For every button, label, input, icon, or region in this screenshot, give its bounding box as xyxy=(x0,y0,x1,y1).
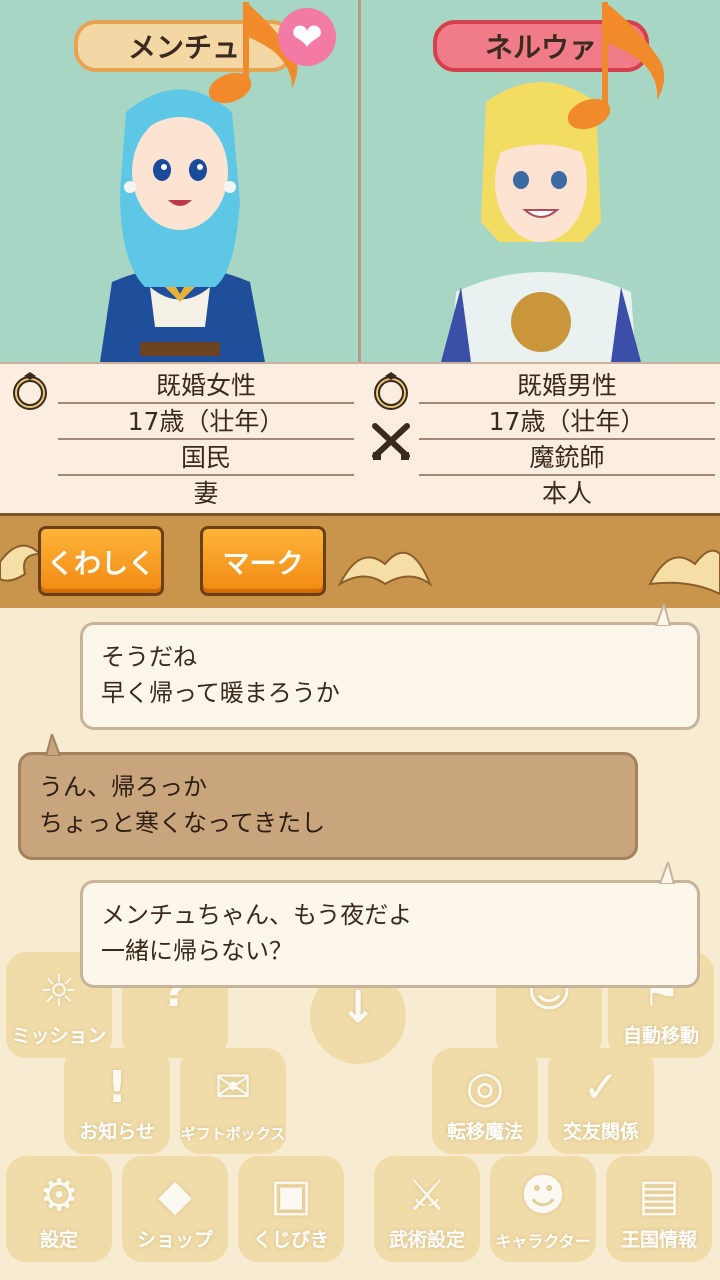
right-character-panel[interactable]: ネルウァ xyxy=(361,0,719,362)
character-info-table: 既婚女性 17歳（壮年） 国民 妻 既婚男性 17歳（壮年） 魔銃師 本人 xyxy=(0,362,720,516)
menu-character-label: キャラクター xyxy=(495,1232,591,1251)
menu-giftbox[interactable]: ✉ ギフトボックス xyxy=(180,1048,286,1154)
music-note-icon xyxy=(567,2,665,130)
menu-kingdom[interactable]: ▤ 王国情報 xyxy=(606,1156,712,1262)
dialogue-line: メンチュちゃん、もう夜だよ xyxy=(101,901,413,929)
menu-martial-label: 武術設定 xyxy=(388,1229,465,1251)
menu-martial[interactable]: ⚔ 武術設定 xyxy=(374,1156,480,1262)
menu-settings[interactable]: ⚙ 設定 xyxy=(6,1156,112,1262)
ring-icon xyxy=(13,372,47,410)
right-age: 17歳（壮年） xyxy=(419,402,715,440)
dialogue-line: 早く帰って暖まろうか xyxy=(101,679,340,707)
dialogue-line: うん、帰ろっか xyxy=(39,773,207,801)
menu-lottery-label: くじびき xyxy=(252,1229,329,1251)
teleport-icon: ◎ xyxy=(465,1062,505,1113)
menu-settings-label: 設定 xyxy=(39,1229,78,1251)
character-icon: ☻ xyxy=(520,1170,566,1221)
action-toolbar: くわしく マーク xyxy=(0,513,720,611)
mark-button[interactable]: マーク xyxy=(200,526,326,596)
left-info-column: 既婚女性 17歳（壮年） 国民 妻 xyxy=(0,364,358,514)
dialogue-bubble-right: そうだね 早く帰って暖まろうか xyxy=(80,622,700,730)
menu-giftbox-label: ギフトボックス xyxy=(180,1125,286,1143)
gift-icon: ✉ xyxy=(214,1062,252,1113)
swords-icon: ⚔ xyxy=(407,1170,447,1221)
left-occupation: 国民 xyxy=(58,438,354,476)
right-info-column: 既婚男性 17歳（壮年） 魔銃師 本人 xyxy=(361,364,719,514)
left-age: 17歳（壮年） xyxy=(58,402,354,440)
friends-icon: ✓ xyxy=(582,1062,620,1113)
bubble-tail xyxy=(44,734,62,756)
left-role: 妻 xyxy=(193,479,219,508)
menu-character[interactable]: ☻ キャラクター xyxy=(490,1156,596,1262)
right-occupation: 魔銃師 xyxy=(419,438,715,476)
menu-friends-label: 交友関係 xyxy=(562,1121,639,1143)
exclamation-icon: ! xyxy=(106,1062,128,1113)
dialogue-bubble-right: メンチュちゃん、もう夜だよ 一緒に帰らない？ xyxy=(80,880,700,988)
ornament-center xyxy=(337,551,433,587)
menu-mission-label: ミッション xyxy=(11,1025,107,1047)
menu-friends[interactable]: ✓ 交友関係 xyxy=(548,1048,654,1154)
menu-teleport-label: 転移魔法 xyxy=(446,1121,523,1143)
ring-icon xyxy=(374,372,408,410)
dialogue-bubble-left: うん、帰ろっか ちょっと寒くなってきたし xyxy=(18,752,638,860)
arrow-down-icon: ↓ xyxy=(339,982,377,1033)
chest-icon: ▣ xyxy=(270,1170,312,1221)
left-character-avatar xyxy=(100,89,265,362)
menu-lottery[interactable]: ▣ くじびき xyxy=(238,1156,344,1262)
crossed-guns-icon xyxy=(372,423,410,460)
bubble-tail xyxy=(654,604,672,626)
ornament-right xyxy=(648,549,720,596)
crystal-icon: ◆ xyxy=(158,1170,192,1221)
dialogue-line: 一緒に帰らない？ xyxy=(101,937,293,965)
menu-news-label: お知らせ xyxy=(79,1121,155,1143)
bubble-tail xyxy=(658,862,676,884)
menu-teleport[interactable]: ◎ 転移魔法 xyxy=(432,1048,538,1154)
right-role: 本人 xyxy=(541,479,592,508)
left-status: 既婚女性 xyxy=(58,366,354,404)
dialogue-line: そうだね xyxy=(101,643,197,671)
menu-news[interactable]: ! お知らせ xyxy=(64,1048,170,1154)
menu-auto-move-label: 自動移動 xyxy=(622,1025,699,1047)
kingdom-icon: ▤ xyxy=(638,1170,680,1221)
menu-shop-label: ショップ xyxy=(136,1229,213,1251)
detail-button[interactable]: くわしく xyxy=(38,526,164,596)
heart-icon[interactable]: ❤ xyxy=(278,8,336,66)
right-status: 既婚男性 xyxy=(419,366,715,404)
left-character-panel[interactable]: メンチュ ❤ xyxy=(0,0,358,362)
gear-icon: ⚙ xyxy=(39,1170,79,1221)
menu-shop[interactable]: ◆ ショップ xyxy=(122,1156,228,1262)
dialogue-line: ちょっと寒くなってきたし xyxy=(39,809,326,837)
menu-kingdom-label: 王国情報 xyxy=(620,1229,697,1251)
